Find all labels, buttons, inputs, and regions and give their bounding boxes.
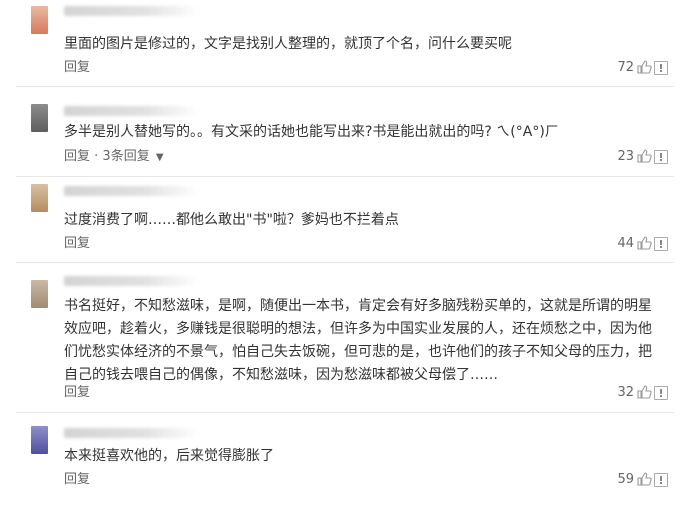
thumbs-up-icon[interactable] [636,59,652,75]
like-count: 44 [617,236,634,251]
comment-item: 本来挺喜欢他的，后来觉得膨胀了 回复 59 [0,412,690,509]
comment-item: 里面的图片是修过的，文字是找别人整理的，就顶了个名，问什么要买呢 回复 72 [0,0,690,86]
comment-text: 本来挺喜欢他的，后来觉得膨胀了 [64,448,274,464]
avatar[interactable] [31,184,48,212]
reply-button[interactable]: 回复 [64,236,90,252]
reply-button[interactable]: 回复 · 3条回复 ▼ [64,149,164,166]
like-count: 59 [617,472,634,487]
comment-text: 过度消费了啊……都他么敢出"书"啦？爹妈也不拦着点 [64,212,399,228]
like-count: 32 [617,385,634,400]
avatar[interactable] [31,6,48,34]
username-blurred [64,186,199,196]
username-blurred [64,106,199,116]
username-blurred [64,6,199,16]
view-replies-link[interactable]: 3条回复 [102,149,149,164]
avatar[interactable] [31,280,48,308]
report-icon[interactable] [654,150,668,164]
thumbs-up-icon[interactable] [636,471,652,487]
reply-button[interactable]: 回复 [64,60,90,76]
comment-text: 多半是别人替她写的。。有文采的话她也能写出来?书是能出就出的吗? ㄟ(°A°)ㄏ [64,124,559,140]
avatar[interactable] [31,426,48,454]
report-icon[interactable] [654,61,668,75]
thumbs-up-icon[interactable] [636,384,652,400]
reply-button[interactable]: 回复 [64,472,90,488]
like-count: 23 [617,149,634,164]
username-blurred [64,428,199,438]
report-icon[interactable] [654,237,668,251]
chevron-down-icon[interactable]: ▼ [156,152,164,163]
report-icon[interactable] [654,473,668,487]
reply-button[interactable]: 回复 [64,385,90,401]
thumbs-up-icon[interactable] [636,148,652,164]
comment-item: 书名挺好，不知愁滋味，是啊，随便出一本书，肯定会有好多脑残粉买单的，这就是所谓的… [0,262,690,412]
comment-item: 过度消费了啊……都他么敢出"书"啦？爹妈也不拦着点 回复 44 [0,176,690,262]
comment-text: 里面的图片是修过的，文字是找别人整理的，就顶了个名，问什么要买呢 [64,36,512,52]
like-count: 72 [617,60,634,75]
comment-item: 多半是别人替她写的。。有文采的话她也能写出来?书是能出就出的吗? ㄟ(°A°)ㄏ… [0,86,690,176]
report-icon[interactable] [654,386,668,400]
comment-text: 书名挺好，不知愁滋味，是啊，随便出一本书，肯定会有好多脑残粉买单的，这就是所谓的… [64,298,652,383]
thumbs-up-icon[interactable] [636,235,652,251]
avatar[interactable] [31,104,48,132]
username-blurred [64,276,199,286]
